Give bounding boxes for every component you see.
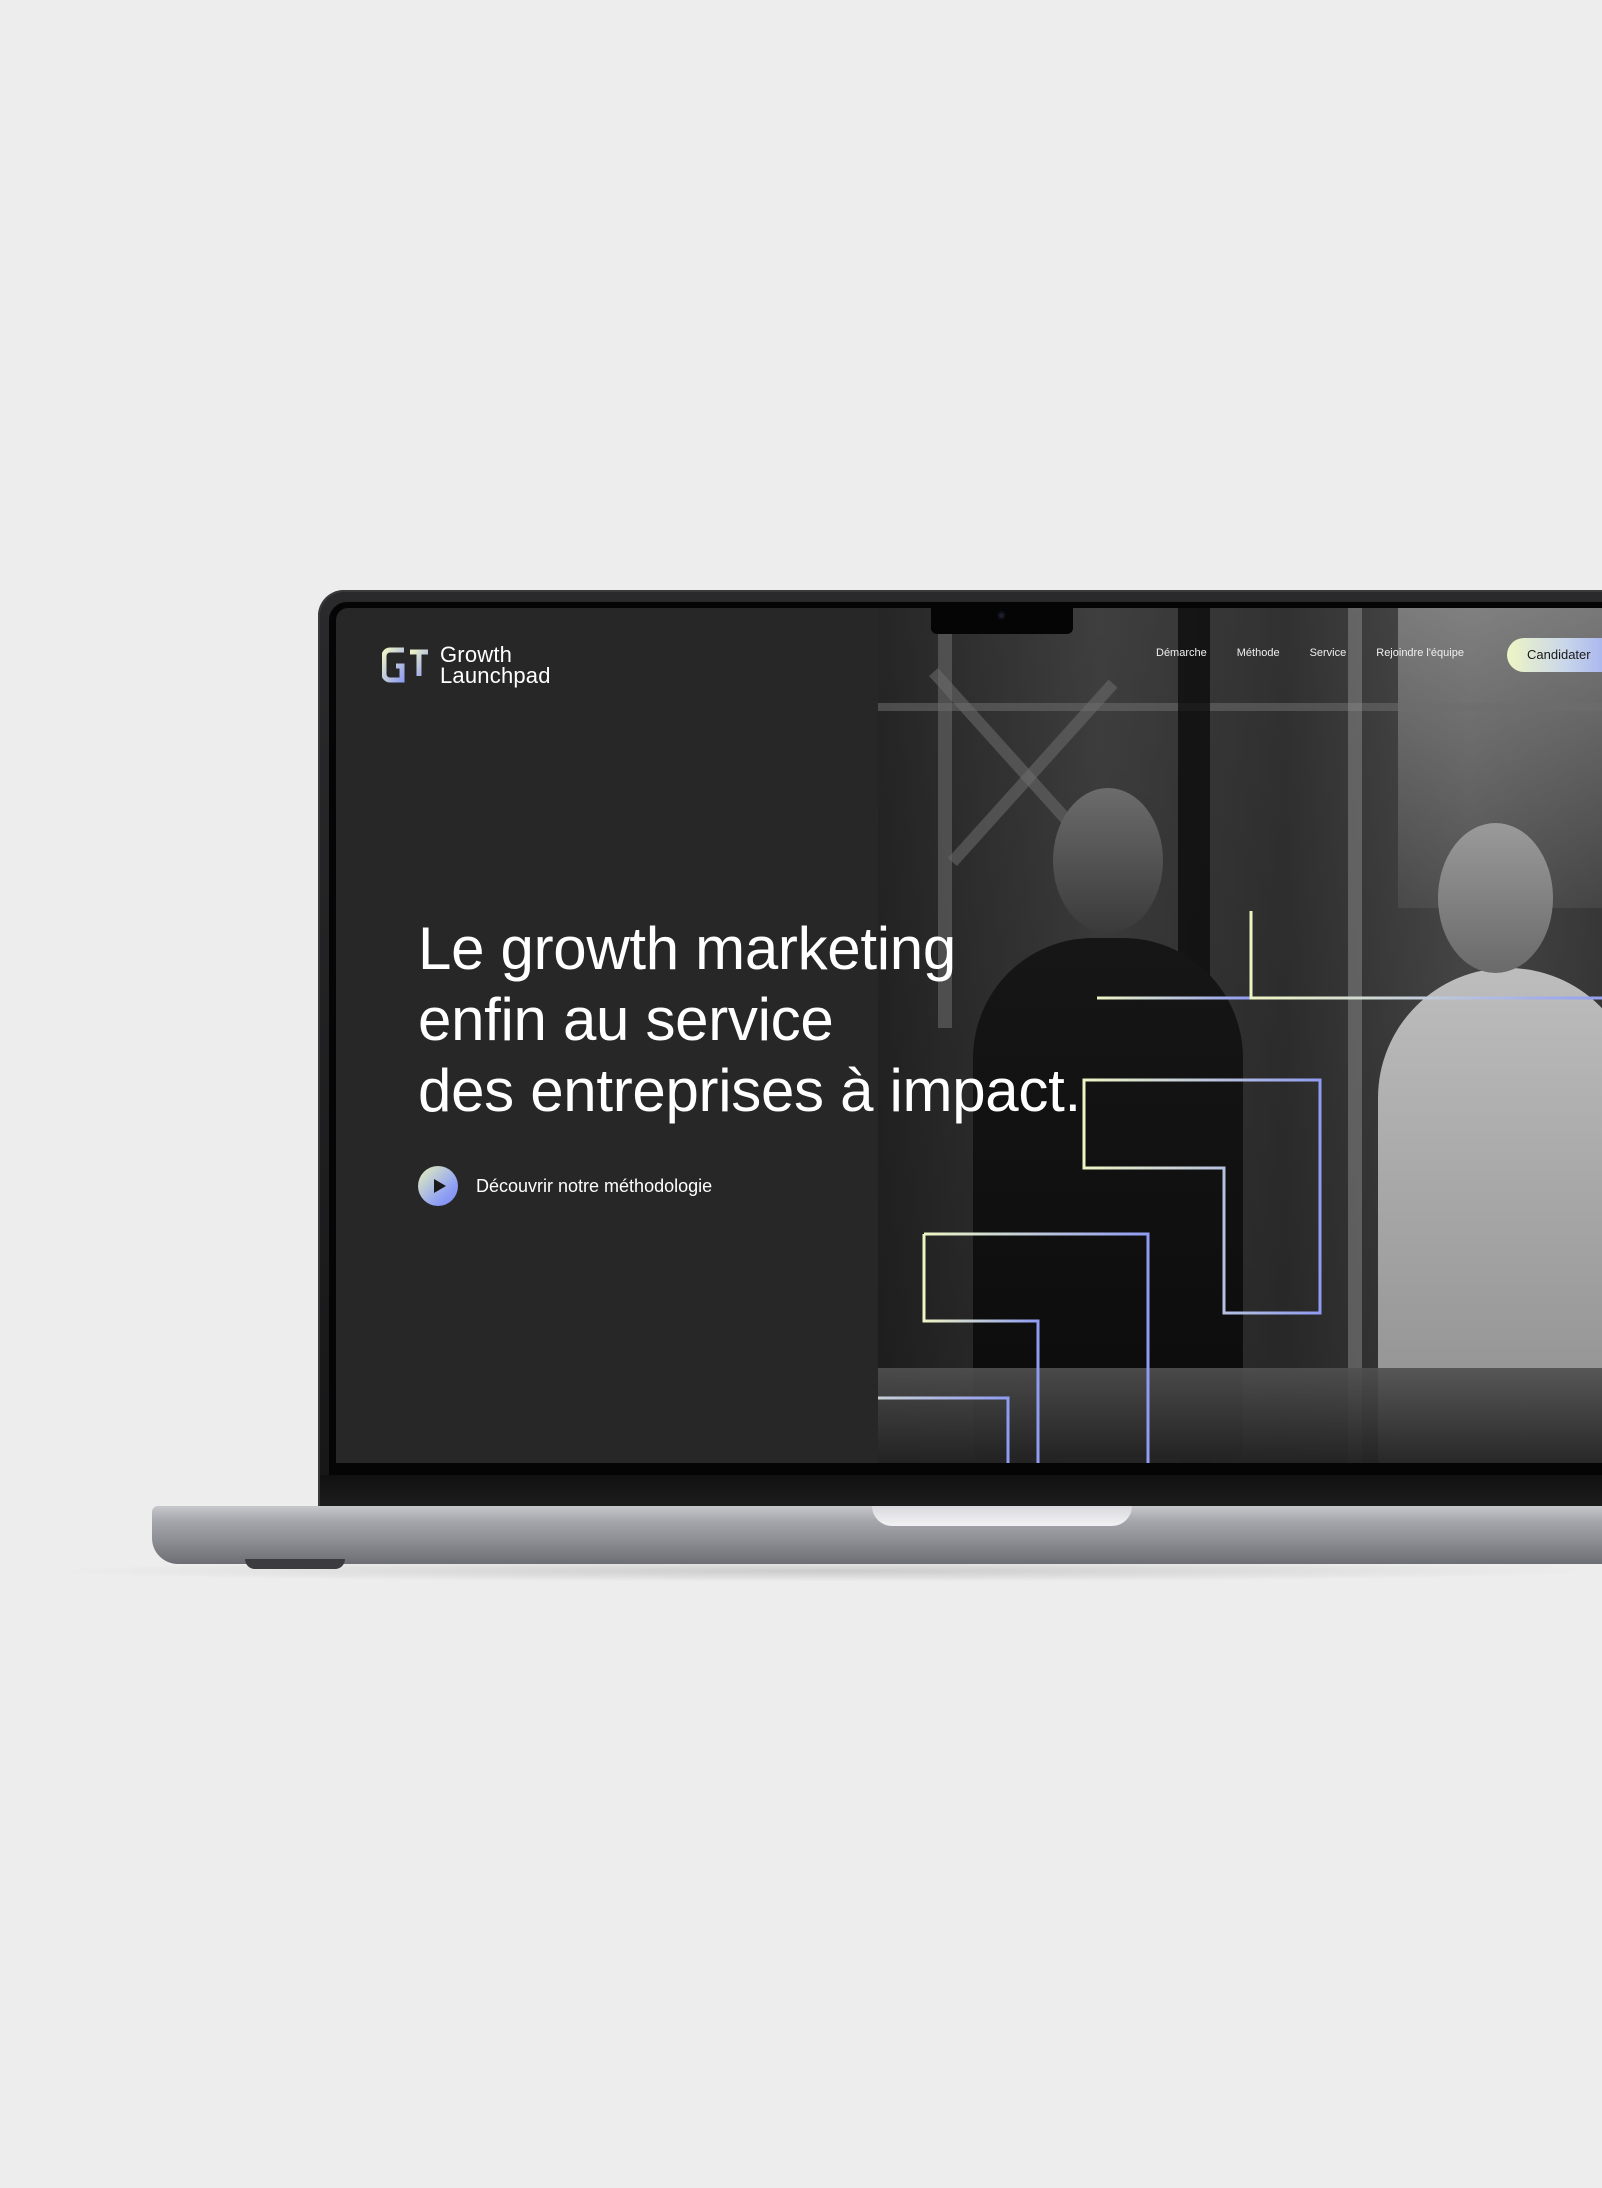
brand-name-line1: Growth xyxy=(440,642,513,667)
camera-icon xyxy=(997,611,1006,620)
laptop-opening-notch xyxy=(872,1506,1132,1526)
candidater-button[interactable]: Candidater xyxy=(1507,638,1602,672)
person-woman-head xyxy=(1438,823,1553,973)
laptop-foot xyxy=(245,1559,345,1569)
window-beam xyxy=(878,703,1602,711)
website-screen: Growth Launchpad Démarche Méthode Servic… xyxy=(336,608,1602,1463)
brand-name: Growth Launchpad xyxy=(440,642,551,688)
headline-line: Le growth marketing xyxy=(418,915,956,982)
nav-item-methode[interactable]: Méthode xyxy=(1237,647,1280,659)
hero-headline: Le growth marketing enfin au service des… xyxy=(418,913,1081,1126)
brand-name-line2: Launchpad xyxy=(440,663,551,688)
laptop-chin xyxy=(320,1475,1602,1509)
discover-methodology-link[interactable]: Découvrir notre méthodologie xyxy=(418,1166,712,1206)
headline-line: enfin au service xyxy=(418,986,834,1053)
nav-item-rejoindre-equipe[interactable]: Rejoindre l'équipe xyxy=(1376,647,1464,659)
work-table xyxy=(878,1368,1602,1463)
brand-logo[interactable]: Growth Launchpad xyxy=(382,642,551,688)
main-nav: Démarche Méthode Service Rejoindre l'équ… xyxy=(1156,647,1464,659)
person-man-head xyxy=(1053,788,1163,933)
discover-methodology-label: Découvrir notre méthodologie xyxy=(476,1175,713,1196)
headline-line: des entreprises à impact. xyxy=(418,1057,1081,1124)
nav-item-demarche[interactable]: Démarche xyxy=(1156,647,1207,659)
play-icon[interactable] xyxy=(418,1166,458,1206)
growth-launchpad-logo-icon xyxy=(382,647,428,683)
window-beam xyxy=(1348,608,1362,1463)
nav-item-service[interactable]: Service xyxy=(1310,647,1347,659)
